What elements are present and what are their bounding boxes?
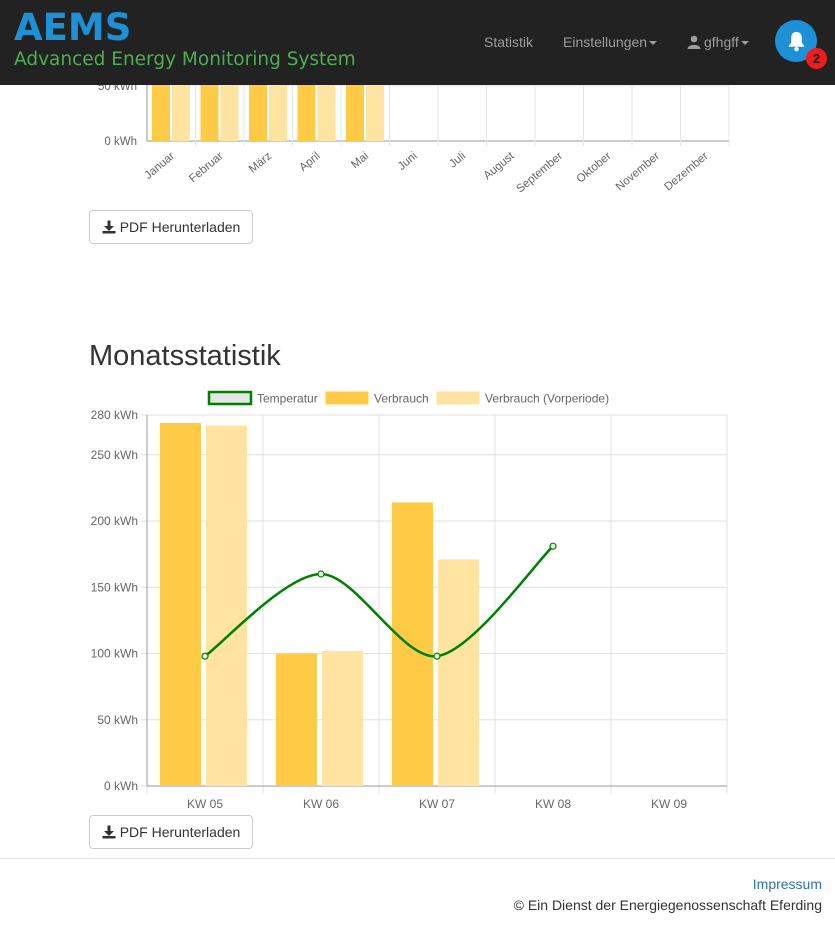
x-tick-label-mai: Mai	[349, 150, 371, 171]
y-tick-label: 200 kWh	[91, 514, 138, 528]
user-icon	[687, 35, 701, 49]
brand-title: AEMS	[14, 6, 132, 49]
nav-user-label: gfhgff	[704, 34, 739, 50]
x-tick-label-kw-08: KW 08	[535, 797, 571, 811]
x-tick-label-kw-06: KW 06	[303, 797, 339, 811]
section-title-monatsstatistik: Monatsstatistik	[89, 340, 281, 372]
yearly-y-tick-0: 0 kWh	[104, 136, 137, 148]
y-tick-label: 100 kWh	[91, 647, 138, 661]
brand-subtitle: Advanced Energy Monitoring System	[14, 49, 356, 70]
pdf-download-button-monthly[interactable]: PDF Herunterladen	[89, 815, 253, 849]
monthly-chart-svg: 0 kWh 50 kWh 100 kWh 150 kWh 200 kWh 250 kWh 2…	[91, 390, 728, 811]
x-tick-label-märz: März	[247, 150, 274, 176]
navbar: AEMS Advanced Energy Monitoring System S…	[0, 0, 835, 85]
x-tick-label-august: August	[482, 150, 518, 183]
bell-icon	[788, 31, 804, 51]
bar-verbrauch-vorperiode-1	[322, 650, 363, 786]
y-tick-label: 150 kWh	[91, 580, 138, 594]
x-tick-label-juni: Juni	[396, 150, 420, 173]
nav-statistik[interactable]: Statistik	[484, 33, 533, 51]
x-tick-label-kw-09: KW 09	[651, 797, 687, 811]
copyright-text: © Ein Dienst der Energiegenossenschaft E…	[513, 897, 822, 913]
y-tick-label: 0 kWh	[104, 779, 138, 793]
bar-verbrauch-vorperiode-2	[438, 559, 479, 786]
x-tick-label-juli: Juli	[447, 150, 468, 170]
chevron-down-icon	[740, 41, 749, 46]
x-tick-label-oktober: Oktober	[575, 150, 614, 186]
x-tick-label-dezember: Dezember	[662, 150, 710, 193]
x-tick-label-februar: Februar	[187, 150, 226, 185]
brand-logo[interactable]: AEMS Advanced Energy Monitoring System	[14, 8, 356, 71]
pdf-download-button-yearly[interactable]: PDF Herunterladen	[89, 210, 253, 244]
legend-swatch-2	[436, 391, 480, 405]
legend-label-0[interactable]: Temperatur	[257, 392, 318, 406]
y-tick-label: 250 kWh	[91, 448, 138, 462]
y-tick-label: 280 kWh	[91, 408, 138, 422]
legend-swatch-0	[207, 390, 253, 406]
impressum-link[interactable]: Impressum	[753, 876, 822, 892]
notification-count-badge: 2	[806, 48, 827, 69]
monthly-statistics-chart: 0 kWh 50 kWh 100 kWh 150 kWh 200 kWh 250 kWh 2…	[80, 385, 740, 815]
x-tick-label-april: April	[297, 150, 322, 174]
nav-einstellungen-dropdown[interactable]: Einstellungen	[563, 33, 658, 51]
pdf-button-label: PDF Herunterladen	[119, 219, 241, 235]
legend-label-2[interactable]: Verbrauch (Vorperiode)	[485, 392, 609, 406]
bar-verbrauch-2	[392, 502, 433, 786]
nav-user-dropdown[interactable]: gfhgff	[687, 33, 749, 51]
footer-divider	[0, 858, 835, 859]
x-tick-label-september: September	[514, 150, 565, 195]
x-tick-label-januar: Januar	[143, 150, 178, 182]
page-content: 50 kWh 0 kWh Januar Februar März April Mai Ju…	[0, 0, 835, 929]
x-tick-label-november: November	[614, 150, 662, 193]
y-tick-label: 50 kWh	[97, 713, 138, 727]
nav-einstellungen-label: Einstellungen	[563, 34, 648, 50]
download-icon	[102, 825, 116, 839]
legend-swatch-1	[325, 391, 369, 405]
temperature-point-2	[433, 652, 441, 660]
temperature-point-3	[549, 542, 557, 550]
bar-verbrauch-vorperiode-0	[206, 425, 247, 786]
chevron-down-icon	[649, 41, 658, 46]
temperature-point-1	[317, 570, 325, 578]
download-icon	[102, 220, 116, 234]
bar-verbrauch-0	[160, 422, 201, 786]
x-tick-label-kw-07: KW 07	[419, 797, 455, 811]
x-tick-label-kw-05: KW 05	[187, 797, 223, 811]
pdf-button-label: PDF Herunterladen	[119, 824, 241, 840]
legend-label-1[interactable]: Verbrauch	[374, 392, 429, 406]
bar-verbrauch-1	[276, 653, 317, 786]
temperature-point-0	[201, 652, 209, 660]
